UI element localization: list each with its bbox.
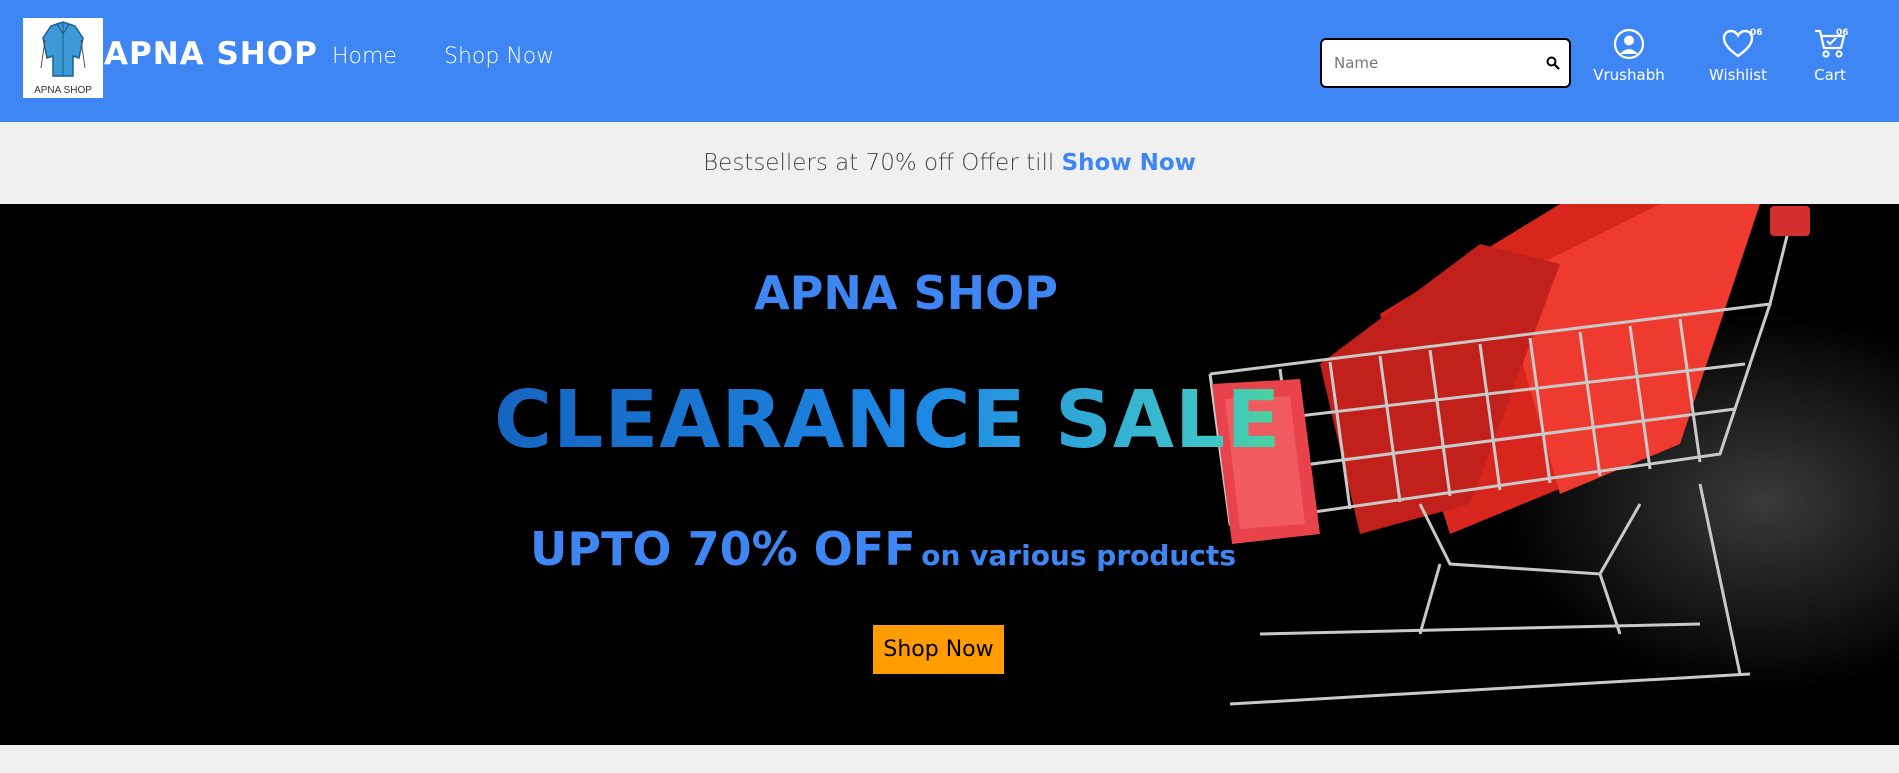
hero-offer-small: on various products	[921, 539, 1236, 572]
promo-show-now-link[interactable]: Show Now	[1062, 150, 1196, 176]
promo-text: Bestsellers at 70% off Offer till	[703, 150, 1062, 176]
brand-name[interactable]: APNA SHOP	[104, 36, 318, 72]
page-footer-gap	[0, 745, 1899, 773]
hero-offer-big: UPTO 70% OFF	[530, 522, 916, 576]
user-circle-icon	[1613, 28, 1645, 60]
user-label: Vrushabh	[1593, 66, 1665, 84]
nav-shop-now-link[interactable]: Shop Now	[444, 44, 554, 69]
cart-count-badge: 06	[1836, 28, 1849, 38]
search-input[interactable]	[1334, 52, 1534, 74]
logo-image	[40, 21, 86, 77]
logo-caption: APNA SHOP	[34, 85, 92, 96]
hero-brand-heading: APNA SHOP	[754, 266, 1058, 320]
hero-shop-now-button[interactable]: Shop Now	[873, 625, 1004, 674]
wishlist-button[interactable]: 06 Wishlist	[1700, 28, 1776, 84]
wishlist-label: Wishlist	[1708, 66, 1768, 84]
cart-button[interactable]: 06 Cart	[1808, 28, 1852, 84]
search-icon[interactable]	[1545, 55, 1561, 71]
hero-banner: APNA SHOP CLEARANCE SALE UPTO 70% OFF on…	[0, 204, 1899, 745]
search-box	[1320, 38, 1571, 88]
top-navbar: APNA SHOP APNA SHOP Home Shop Now Vrusha…	[0, 0, 1899, 122]
hero-offer-text: UPTO 70% OFF on various products	[530, 522, 1236, 576]
nav-home-link[interactable]: Home	[332, 44, 397, 69]
promo-banner: Bestsellers at 70% off Offer till Show N…	[0, 122, 1899, 204]
user-account-button[interactable]: Vrushabh	[1592, 28, 1666, 84]
cart-label: Cart	[1814, 66, 1846, 84]
hero-title: CLEARANCE SALE	[494, 374, 1282, 466]
logo[interactable]: APNA SHOP	[23, 18, 103, 98]
wishlist-count-badge: 06	[1750, 28, 1763, 38]
